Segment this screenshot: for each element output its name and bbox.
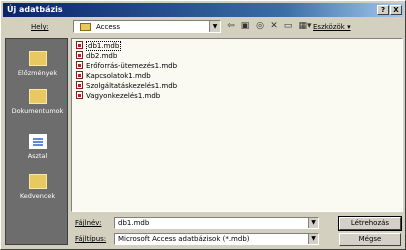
file-list[interactable]: db1.mdb db2.mdb Erőforrás-ütemezés1.mdb … [71,38,403,212]
views-icon[interactable]: ▦▾ [296,20,314,32]
list-item[interactable]: Szolgáltatáskezelés1.mdb [76,81,177,91]
favorites-icon [28,174,47,189]
search-web-icon[interactable]: ◎ [254,20,266,32]
folder-icon [80,23,91,31]
list-item[interactable]: Vagyonkezelés1.mdb [76,91,160,101]
close-button[interactable]: X [390,5,402,15]
place-label: Dokumentumok [11,107,64,115]
new-database-dialog: Új adatbázis ? X Hely: Access ▼ ⇦ ▣ ◎ ✕ … [0,0,406,250]
access-file-icon [76,81,83,89]
list-item[interactable]: db1.mdb [76,41,122,51]
new-folder-icon[interactable]: ▭ [282,20,294,32]
up-folder-icon[interactable]: ▣ [239,20,251,32]
file-name: Kapcsolatok1.mdb [86,72,151,80]
location-value: Access [96,23,120,31]
list-item[interactable]: Kapcsolatok1.mdb [76,71,151,81]
filetype-value: Microsoft Access adatbázisok (*.mdb) [118,235,250,243]
history-icon [28,51,47,66]
filetype-select[interactable]: Microsoft Access adatbázisok (*.mdb) ▼ [114,233,319,245]
access-file-icon [76,91,83,99]
create-button[interactable]: Létrehozás [338,216,402,231]
access-file-icon [76,71,83,79]
location-combo[interactable]: Access ▼ [73,20,221,33]
place-label: Előzmények [17,69,58,77]
places-bar: Előzmények Dokumentumok Asztal Kedvencek [5,38,68,245]
location-label: Hely: [31,23,49,31]
file-name: db1.mdb [86,41,122,51]
documents-icon [28,89,47,104]
help-button[interactable]: ? [377,5,389,15]
cancel-button[interactable]: Mégse [339,233,401,246]
desktop-icon [28,134,47,149]
delete-icon[interactable]: ✕ [268,20,280,32]
access-file-icon [76,41,83,49]
file-name: Erőforrás-ütemezés1.mdb [86,62,178,70]
filename-value: db1.mdb [118,219,150,227]
chevron-down-icon[interactable]: ▼ [209,21,220,32]
filename-label: Fájlnév: [75,219,102,227]
list-item[interactable]: Erőforrás-ütemezés1.mdb [76,61,177,71]
filetype-label: Fájltípus: [75,235,107,243]
place-label: Asztal [27,152,48,160]
place-favorites[interactable]: Kedvencek [6,174,69,200]
place-label: Kedvencek [19,192,56,200]
list-item[interactable]: db2.mdb [76,51,117,61]
chevron-down-icon[interactable]: ▼ [308,234,318,244]
place-documents[interactable]: Dokumentumok [6,89,69,115]
file-name: Vagyonkezelés1.mdb [86,92,161,100]
place-desktop[interactable]: Asztal [6,134,69,160]
tools-menu[interactable]: Eszközök ▾ [313,23,351,31]
filename-field[interactable]: db1.mdb ▼ [114,217,319,229]
place-history[interactable]: Előzmények [6,51,69,77]
access-file-icon [76,51,83,59]
file-name: db2.mdb [86,52,118,60]
window-title: Új adatbázis [7,5,63,14]
title-bar: Új adatbázis ? X [3,3,404,17]
back-icon[interactable]: ⇦ [225,20,237,32]
chevron-down-icon[interactable]: ▼ [308,218,318,228]
access-file-icon [76,61,83,69]
file-name: Szolgáltatáskezelés1.mdb [86,82,178,90]
